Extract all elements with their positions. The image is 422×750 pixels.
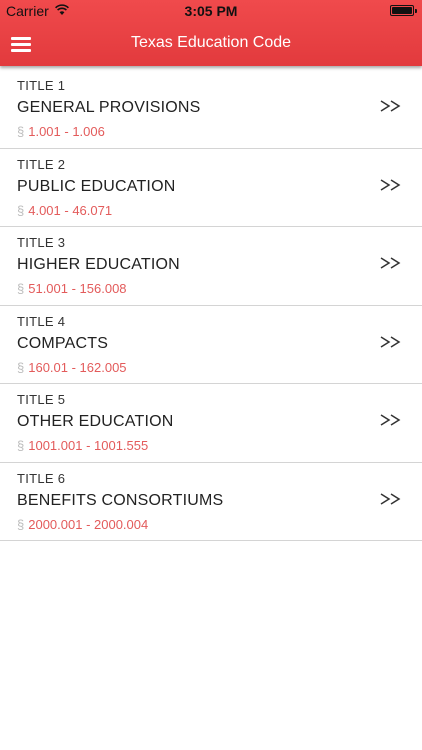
section-symbol: § [17,438,25,453]
title-row[interactable]: TITLE 1 GENERAL PROVISIONS § 1.001 - 1.006 [0,70,422,149]
title-name: OTHER EDUCATION [17,413,174,430]
section-range-text: 160.01 - 162.005 [28,359,127,375]
title-row[interactable]: TITLE 5 OTHER EDUCATION § 1001.001 - 1001.5… [0,384,422,463]
section-symbol: § [17,124,25,139]
double-chevron-right-icon [380,257,401,269]
section-symbol: § [17,202,25,218]
section-symbol: § [17,359,25,375]
section-range: § 51.001 - 156.008 [17,281,127,296]
title-row[interactable]: TITLE 2 PUBLIC EDUCATION § 4.001 - 46.071 [0,149,422,227]
section-range-text: 2000.001 - 2000.004 [28,516,149,532]
title-row[interactable]: TITLE 3 HIGHER EDUCATION § 51.001 - 156.008 [0,227,422,306]
section-range: § 4.001 - 46.071 [17,203,112,218]
section-range-text: 4.001 - 46.071 [28,202,113,218]
title-number: TITLE 4 [17,313,66,329]
section-range-text: 51.001 - 156.008 [28,281,127,296]
title-list: TITLE 1 GENERAL PROVISIONS § 1.001 - 1.006 T… [0,70,422,541]
section-range: § 1.001 - 1.006 [17,124,105,139]
double-chevron-right-icon [380,178,401,191]
section-symbol: § [17,516,25,532]
section-range-text: 1001.001 - 1001.555 [28,438,149,453]
status-bar: Carrier 3:05 PM [0,0,422,22]
double-chevron-right-icon [380,492,401,505]
section-range: § 2000.001 - 2000.004 [17,517,148,532]
title-name: PUBLIC EDUCATION [17,177,176,195]
title-name: GENERAL PROVISIONS [17,99,201,116]
section-range: § 160.01 - 162.005 [17,360,127,375]
app-header: Carrier 3:05 PM Texas Education Code [0,0,422,66]
double-chevron-right-icon [380,100,401,112]
title-number: TITLE 3 [17,235,66,250]
double-chevron-right-icon [380,335,401,348]
title-name: BENEFITS CONSORTIUMS [17,491,224,509]
title-name: HIGHER EDUCATION [17,256,180,273]
page-title: Texas Education Code [130,34,292,51]
title-number: TITLE 6 [17,470,66,486]
title-row[interactable]: TITLE 4 COMPACTS § 160.01 - 162.005 [0,306,422,384]
battery-icon [390,5,417,16]
double-chevron-right-icon [380,414,401,426]
section-symbol: § [17,281,25,296]
section-range: § 1001.001 - 1001.555 [17,438,148,453]
title-number: TITLE 2 [17,156,66,172]
title-number: TITLE 5 [17,392,66,407]
title-name: COMPACTS [17,334,109,352]
navigation-bar: Texas Education Code [0,22,422,66]
clock: 3:05 PM [184,3,238,19]
section-range-text: 1.001 - 1.006 [28,124,105,139]
title-row[interactable]: TITLE 6 BENEFITS CONSORTIUMS § 2000.001 - 2… [0,463,422,541]
title-number: TITLE 1 [17,78,66,93]
